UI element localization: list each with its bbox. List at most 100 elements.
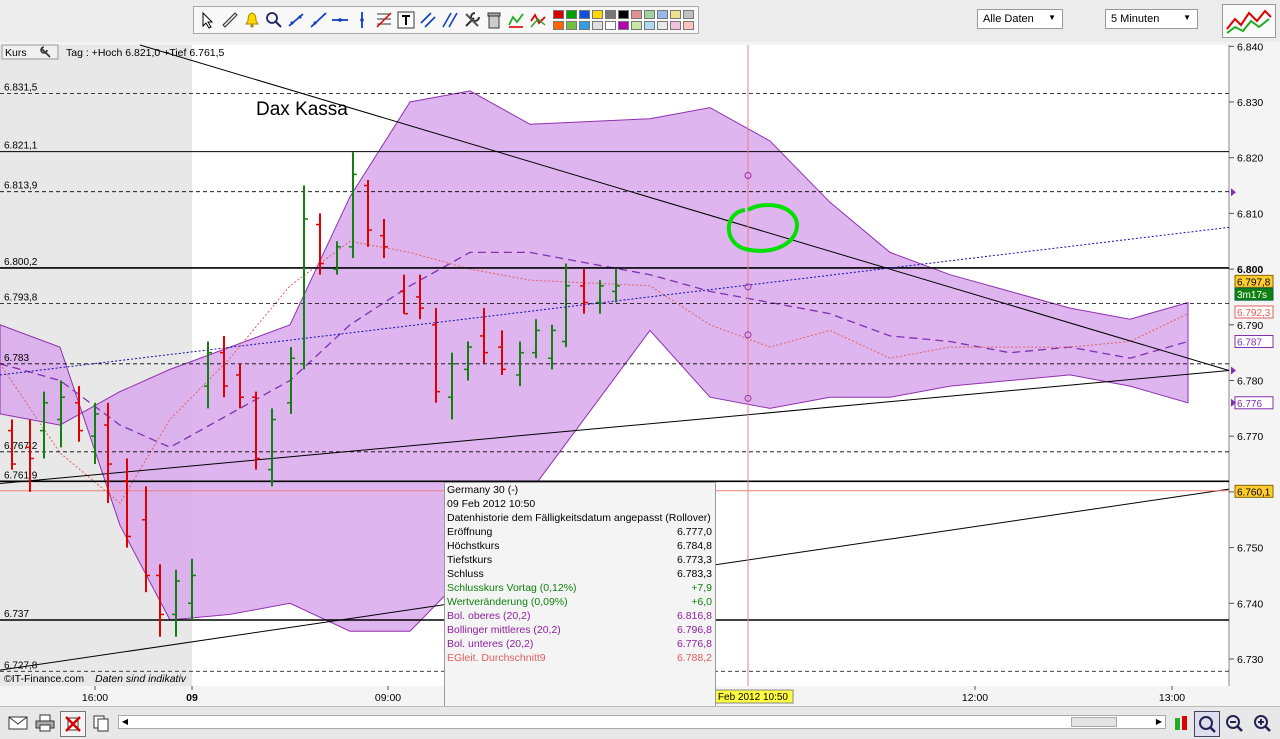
tooltip-row: Bol. unteres (20,2) 6.776,8	[445, 637, 715, 651]
zoom-out-icon[interactable]	[1222, 711, 1246, 735]
tooltip-row-label: Bol. unteres (20,2)	[447, 638, 534, 650]
color-swatch[interactable]	[644, 20, 655, 30]
color-swatch[interactable]	[592, 9, 603, 19]
level-label: 6.831,5	[4, 83, 38, 94]
tooltip-row-value: 6.783,3	[676, 568, 712, 580]
print-icon[interactable]	[33, 711, 57, 735]
tooltip-row-label: Schlusskurs Vortag (0,12%)	[447, 582, 577, 594]
color-swatch[interactable]	[605, 20, 616, 30]
color-swatch[interactable]	[618, 9, 629, 19]
parallel-lines-icon[interactable]	[439, 9, 461, 31]
color-swatch[interactable]	[657, 9, 668, 19]
ruler-icon[interactable]	[219, 9, 241, 31]
price-badge-label: 6.787	[1237, 338, 1262, 349]
footer-source: ©IT-Finance.com	[4, 673, 84, 685]
color-swatch[interactable]	[553, 9, 564, 19]
level-label: 6.813,9	[4, 181, 38, 192]
data-tooltip: Germany 30 (-) 09 Feb 2012 10:50 Datenhist…	[444, 482, 716, 708]
zoom-magnifier-icon[interactable]	[263, 9, 285, 31]
alarm-bell-icon[interactable]	[241, 9, 263, 31]
color-swatch[interactable]	[631, 9, 642, 19]
level-label: 6.767,2	[4, 441, 38, 452]
tooltip-row-label: Tiefstkurs	[447, 554, 493, 566]
indicator-icon[interactable]	[505, 9, 527, 31]
color-swatch[interactable]	[605, 9, 616, 19]
color-swatch[interactable]	[566, 9, 577, 19]
tooltip-row: Schlusskurs Vortag (0,12%) +7,9	[445, 581, 715, 595]
chart-type-icon[interactable]	[1222, 4, 1276, 38]
tooltip-row-label: Bollinger mittleres (20,2)	[447, 624, 561, 636]
level-label: 6.800,2	[4, 257, 38, 268]
y-tick-label: 6.810	[1237, 208, 1263, 220]
y-tick-label: 6.730	[1237, 654, 1263, 666]
tooltip-row-label: Schluss	[447, 568, 484, 580]
email-icon[interactable]	[6, 711, 30, 735]
trendline-icon[interactable]	[285, 9, 307, 31]
tooltip-row: Bol. oberes (20,2) 6.816,8	[445, 609, 715, 623]
vertical-line-icon[interactable]	[351, 9, 373, 31]
color-swatch[interactable]	[618, 20, 629, 30]
chart-area[interactable]: 6.831,5 6.821,1 6.813,9 6.800,2 6.793,8 6.783…	[0, 41, 1280, 708]
price-badge-label: 6.776	[1237, 399, 1262, 410]
copy-icon[interactable]	[89, 711, 113, 735]
tooltip-row-value: +6,0	[691, 596, 712, 608]
scroll-thumb[interactable]	[1071, 717, 1117, 727]
y-tick-label: 6.770	[1237, 431, 1263, 443]
text-tool-icon[interactable]	[395, 9, 417, 31]
y-tick-label: 6.780	[1237, 376, 1263, 388]
toolbar: Alle Daten ▼ 5 Minuten ▼	[0, 0, 1280, 43]
tooltip-row: Tiefstkurs 6.773,3	[445, 553, 715, 567]
color-swatch[interactable]	[670, 20, 681, 30]
color-swatch[interactable]	[631, 20, 642, 30]
tooltip-row-value: 6.816,8	[676, 610, 712, 622]
color-swatch[interactable]	[579, 9, 590, 19]
crosshair-tool-icon[interactable]	[1170, 711, 1194, 735]
tooltip-row-value: 6.796,8	[676, 624, 712, 636]
price-badge-label: 6.792,3	[1237, 308, 1271, 319]
bottom-toolbar: ◀ ▶	[0, 706, 1280, 739]
price-badge-label: 3m17s	[1237, 290, 1267, 301]
tooltip-row-label: Wertveränderung (0,09%)	[447, 596, 568, 608]
color-swatch[interactable]	[657, 20, 668, 30]
tooltip-row: Höchstkurs 6.784,8	[445, 539, 715, 553]
delete-drawings-icon[interactable]	[60, 711, 86, 737]
fibonacci-icon[interactable]	[373, 9, 395, 31]
horizontal-line-icon[interactable]	[329, 9, 351, 31]
color-swatch[interactable]	[670, 9, 681, 19]
color-swatch[interactable]	[592, 20, 603, 30]
tooltip-row: Bollinger mittleres (20,2) 6.796,8	[445, 623, 715, 637]
cursor-icon[interactable]	[197, 9, 219, 31]
x-tick-label: 09	[186, 692, 198, 704]
tooltip-row-label: EGleit. Durchschnitt9	[447, 652, 546, 664]
ray-line-icon[interactable]	[307, 9, 329, 31]
scroll-left-icon[interactable]: ◀	[119, 716, 131, 728]
data-range-select[interactable]: Alle Daten ▼	[977, 9, 1063, 29]
x-tick-label: 13:00	[1159, 692, 1185, 704]
zoom-in-icon[interactable]	[1250, 711, 1274, 735]
channel-icon[interactable]	[417, 9, 439, 31]
x-tick-label: 09:00	[375, 692, 401, 704]
chart-title: Dax Kassa	[256, 99, 348, 120]
color-swatch[interactable]	[683, 20, 694, 30]
tooltip-line: Datenhistorie dem Fälligkeitsdatum angep…	[447, 512, 711, 524]
tooltip-row-value: 6.788,2	[676, 652, 712, 664]
x-tick-label: 16:00	[82, 692, 108, 704]
interval-select[interactable]: 5 Minuten ▼	[1105, 9, 1198, 29]
chevron-down-icon: ▼	[1183, 13, 1191, 22]
time-scrollbar[interactable]: ◀ ▶	[118, 715, 1166, 729]
tools-icon[interactable]	[461, 9, 483, 31]
color-swatch[interactable]	[566, 20, 577, 30]
zoom-fit-icon[interactable]	[1194, 711, 1220, 737]
color-swatch[interactable]	[683, 9, 694, 19]
trash-icon[interactable]	[483, 9, 505, 31]
price-badge-label: 6.797,8	[1237, 277, 1271, 288]
color-swatch[interactable]	[644, 9, 655, 19]
color-swatch[interactable]	[553, 20, 564, 30]
chevron-down-icon: ▼	[1048, 13, 1056, 22]
tooltip-line: 09 Feb 2012 10:50	[447, 498, 536, 510]
pattern-icon[interactable]	[527, 9, 549, 31]
level-label: 6.793,8	[4, 293, 38, 304]
level-label: 6.783	[4, 353, 29, 364]
scroll-right-icon[interactable]: ▶	[1153, 716, 1165, 728]
color-swatch[interactable]	[579, 20, 590, 30]
